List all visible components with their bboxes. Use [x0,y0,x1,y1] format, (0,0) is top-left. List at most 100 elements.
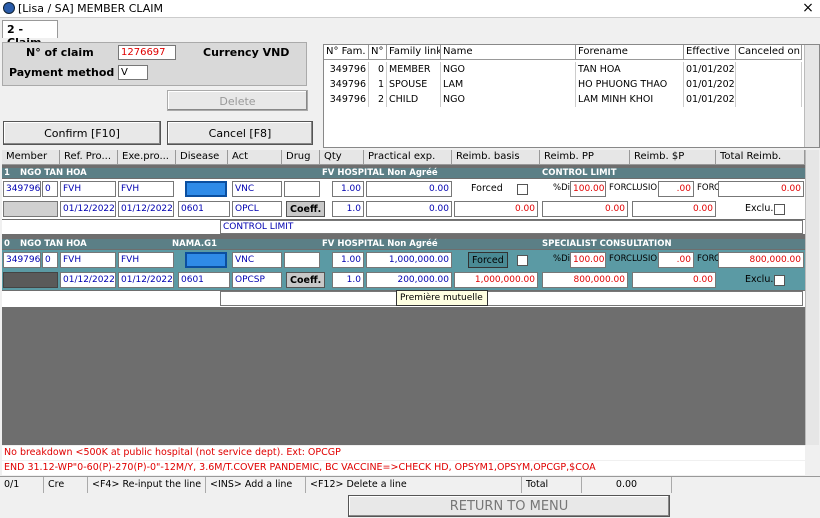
line-2-practical-exp[interactable]: 1,000,000.00 [366,252,452,268]
tab-claim[interactable]: 2 - Claim [2,20,58,49]
line-1-forced-label: Forced [471,183,503,194]
line-1-ref-pro[interactable]: FVH [60,181,116,197]
confirm-button[interactable]: Confirm [F10] [3,121,161,145]
line-1-member-no[interactable]: 0 [42,181,58,197]
line-2-date-exe[interactable]: 01/12/2022 [118,272,174,288]
line-2-drug[interactable] [284,252,320,268]
line-1-reimb-sp-2[interactable]: 0.00 [632,201,716,217]
line-1-note[interactable]: CONTROL LIMIT [220,220,803,234]
close-icon[interactable]: × [800,0,816,16]
line-1-forclu: FORCLUSIO [609,183,658,193]
lines-scrollbar[interactable] [805,150,819,445]
line-2-exclu-checkbox[interactable] [774,275,785,286]
line-2-pct[interactable]: 100.00 [570,252,606,268]
line-1-member[interactable]: 349796 [3,181,41,197]
line-2-act-code[interactable]: OPCSP [232,272,282,288]
line-1-act-code[interactable]: OPCL [232,201,282,217]
line-1-practical-exp-2[interactable]: 0.00 [366,201,452,217]
col-practical-exp: Practical exp. [364,150,452,165]
table-row-0-name[interactable]: NGO [441,62,576,77]
col-ref-pro: Ref. Pro... [60,150,118,165]
table-row-2-fam[interactable]: 349796 [324,92,369,107]
table-row-1-effective[interactable]: 01/01/2021 [684,77,736,92]
table-row-0-fam[interactable]: 349796 [324,62,369,77]
line-2-reimb-pp[interactable]: 800,000.00 [542,272,628,288]
family-scrollbar[interactable] [804,45,819,147]
line-1-date-ref[interactable]: 01/12/2022 [60,201,116,217]
line-2-forced-checkbox[interactable] [517,255,528,266]
line-2-act[interactable]: VNC [232,252,282,268]
status-hint-f12: <F12> Delete a line [306,477,522,493]
line-2-practical-exp-2[interactable]: 200,000.00 [366,272,452,288]
line-1-exclu-checkbox[interactable] [774,204,785,215]
line-1-coeff[interactable]: 1.0 [332,201,364,217]
table-row-2-link[interactable]: CHILD [387,92,441,107]
col-disease: Disease [176,150,228,165]
line-2-forced-label: Forced [468,252,508,268]
payment-method-field[interactable]: V [118,65,148,80]
table-row-0-forename[interactable]: TAN HOA [576,62,684,77]
line-1-act[interactable]: VNC [232,181,282,197]
line-2-qty[interactable]: 1.00 [332,252,364,268]
col-no: N° [369,45,387,60]
table-row-2-forename[interactable]: LAM MINH KHOI [576,92,684,107]
table-row-0-canceled[interactable] [736,62,802,77]
line-1-practical-exp[interactable]: 0.00 [366,181,452,197]
table-row-0-effective[interactable]: 01/01/2021 [684,62,736,77]
line-2-ref-pro[interactable]: FVH [60,252,116,268]
status-position: 0/1 [0,477,44,493]
line-2-member-no[interactable]: 0 [42,252,58,268]
claim-number-field[interactable]: 1276697 [118,45,176,60]
line-2-forclu: FORCLUSIO [609,254,658,264]
col-total-reimb: Total Reimb. [716,150,805,165]
line-1-disease-selected[interactable] [185,181,227,197]
line-2-reimb-basis[interactable]: 1,000,000.00 [454,272,538,288]
line-2-reimb-sp[interactable]: .00 [658,252,694,268]
line-2-coeff[interactable]: 1.0 [332,272,364,288]
window-title: [Lisa / SA] MEMBER CLAIM [18,2,164,15]
table-row-2-name[interactable]: NGO [441,92,576,107]
line-2-total[interactable]: 800,000.00 [718,252,804,268]
line-1-exe-pro[interactable]: FVH [118,181,174,197]
delete-button[interactable]: Delete [167,90,308,111]
line-2-member-name: NGO TAN HOA [20,239,87,249]
table-row-0-link[interactable]: MEMBER [387,62,441,77]
table-row-1-forename[interactable]: HO PHUONG THAO [576,77,684,92]
line-2-disease-selected[interactable] [185,252,227,268]
app-icon [3,2,15,14]
table-row-1-name[interactable]: LAM [441,77,576,92]
line-1-date-exe[interactable]: 01/12/2022 [118,201,174,217]
line-1-reimb-pp[interactable]: 0.00 [542,201,628,217]
table-row-1-link[interactable]: SPOUSE [387,77,441,92]
line-1-provider: FV HOSPITAL Non Agréé [322,168,438,178]
line-1-pct[interactable]: 100.00 [570,181,606,197]
title-bar: [Lisa / SA] MEMBER CLAIM × [0,0,820,18]
line-1-forced-checkbox[interactable] [517,184,528,195]
col-drug: Drug [282,150,320,165]
line-1-qty[interactable]: 1.00 [332,181,364,197]
line-1-disease-code[interactable]: 0601 [178,201,230,217]
line-1-drug[interactable] [284,181,320,197]
line-2-band: 0 NGO TAN HOA NAMA.G1 FV HOSPITAL Non Ag… [2,239,805,249]
line-1-total[interactable]: 0.00 [718,181,804,197]
line-1-reimb-basis[interactable]: 0.00 [454,201,538,217]
table-row-2-effective[interactable]: 01/01/2021 [684,92,736,107]
col-reimb-sp: Reimb. $P [630,150,716,165]
table-row-1-canceled[interactable] [736,77,802,92]
table-row-1-no[interactable]: 1 [369,77,387,92]
line-2-reimb-sp-2[interactable]: 0.00 [632,272,716,288]
line-1-reimb-sp[interactable]: .00 [658,181,694,197]
return-to-menu-button[interactable]: RETURN TO MENU [348,495,670,517]
line-2-exe-pro[interactable]: FVH [118,252,174,268]
line-2-disease-code[interactable]: 0601 [178,272,230,288]
line-2-member[interactable]: 349796 [3,252,41,268]
table-row-2-no[interactable]: 2 [369,92,387,107]
table-row-2-canceled[interactable] [736,92,802,107]
cancel-button[interactable]: Cancel [F8] [167,121,313,145]
table-row-1-fam[interactable]: 349796 [324,77,369,92]
message-line-1: No breakdown <500K at public hospital (n… [2,446,805,460]
table-row-0-no[interactable]: 0 [369,62,387,77]
line-2-note[interactable] [220,291,803,306]
line-2-provider: FV HOSPITAL Non Agréé [322,239,438,249]
line-2-date-ref[interactable]: 01/12/2022 [60,272,116,288]
